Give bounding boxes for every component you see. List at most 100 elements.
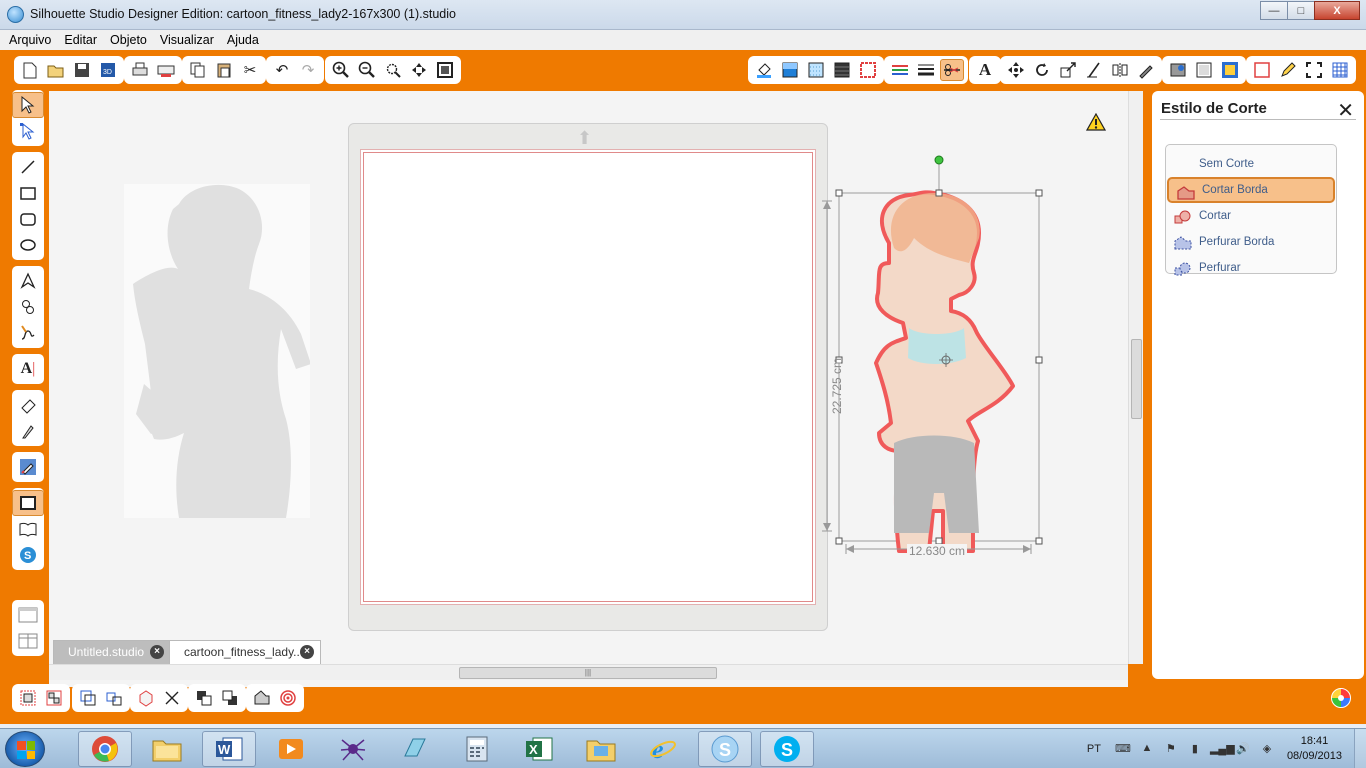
maximize-button[interactable]: □ xyxy=(1287,1,1315,20)
line-tool-icon[interactable] xyxy=(12,154,44,180)
taskbar-skype[interactable]: S xyxy=(760,731,814,767)
save-3d-icon[interactable]: 3D xyxy=(96,59,120,81)
taskbar-internet-explorer[interactable]: e xyxy=(636,731,690,767)
keyboard-icon[interactable]: ⌨ xyxy=(1114,742,1132,756)
design-canvas[interactable]: ⬆ 12.630 cm 22.725 cm xyxy=(49,91,1128,687)
menu-objeto[interactable]: Objeto xyxy=(110,33,147,47)
design-page[interactable] xyxy=(363,152,813,602)
network-signal-icon[interactable]: ▂▄▆ xyxy=(1210,742,1235,756)
eyedropper-icon[interactable] xyxy=(12,454,44,480)
weld-icon[interactable] xyxy=(250,687,274,709)
bring-to-front-icon[interactable] xyxy=(192,687,216,709)
volume-icon[interactable]: 🔊 xyxy=(1234,742,1252,756)
knife-tool-icon[interactable] xyxy=(1134,59,1158,81)
menu-editar[interactable]: Editar xyxy=(64,33,97,47)
taskbar-word[interactable]: W xyxy=(202,731,256,767)
freehand-tool-icon[interactable] xyxy=(12,320,44,346)
single-view-icon[interactable] xyxy=(12,602,44,628)
start-button[interactable] xyxy=(5,731,45,767)
show-hidden-icons-icon[interactable]: ▲ xyxy=(1138,742,1156,756)
pan-icon[interactable] xyxy=(407,59,431,81)
taskbar-silhouette-studio[interactable]: S xyxy=(698,731,752,767)
copy-icon[interactable] xyxy=(186,59,210,81)
taskbar-media-player[interactable] xyxy=(264,731,318,767)
ungroup-icon[interactable] xyxy=(42,687,66,709)
release-compound-path-icon[interactable] xyxy=(102,687,126,709)
tab-untitled[interactable]: Untitled.studio × xyxy=(53,640,171,664)
rounded-rectangle-tool-icon[interactable] xyxy=(12,206,44,232)
vertical-scroll-thumb[interactable] xyxy=(1131,339,1142,419)
store-icon[interactable] xyxy=(1218,59,1242,81)
duplicate-icon[interactable] xyxy=(134,687,158,709)
action-center-flag-icon[interactable]: ⚑ xyxy=(1162,742,1180,756)
print-icon[interactable] xyxy=(128,59,152,81)
mirror-icon[interactable] xyxy=(1108,59,1132,81)
library-icon[interactable] xyxy=(1166,59,1190,81)
taskbar-explorer[interactable] xyxy=(140,731,194,767)
line-weight-icon[interactable] xyxy=(914,59,938,81)
taskbar-spider-app[interactable] xyxy=(326,731,380,767)
fill-color-icon[interactable] xyxy=(752,59,776,81)
ellipse-tool-icon[interactable] xyxy=(12,232,44,258)
horizontal-scrollbar[interactable]: ||| xyxy=(49,664,1128,680)
edit-points-icon[interactable] xyxy=(12,118,44,144)
text-tool-icon[interactable]: A | xyxy=(12,356,44,382)
sketch-pen-icon[interactable] xyxy=(1276,59,1300,81)
move-icon[interactable] xyxy=(1004,59,1028,81)
tab-cartoon-fitness-lady[interactable]: cartoon_fitness_lady... × xyxy=(169,640,321,664)
selected-figure[interactable] xyxy=(809,153,1059,573)
minimize-button[interactable]: — xyxy=(1260,1,1288,20)
text-style-icon[interactable]: A xyxy=(973,59,997,81)
library-book-icon[interactable] xyxy=(12,516,44,542)
select-arrow-icon[interactable] xyxy=(12,92,44,118)
cut-option-no-cut[interactable]: Sem Corte xyxy=(1166,151,1336,177)
polygon-tool-icon[interactable] xyxy=(12,268,44,294)
line-style-icon[interactable] xyxy=(856,59,880,81)
power-icon[interactable]: ▮ xyxy=(1186,742,1204,756)
taskbar-notes[interactable] xyxy=(388,731,442,767)
update-icon[interactable]: ◈ xyxy=(1258,742,1276,756)
shear-icon[interactable] xyxy=(1082,59,1106,81)
redo-icon[interactable]: ↷ xyxy=(296,59,320,81)
menu-arquivo[interactable]: Arquivo xyxy=(9,33,51,47)
horizontal-scroll-thumb[interactable]: ||| xyxy=(459,667,717,679)
cut-option-perforate[interactable]: Perfurar xyxy=(1166,255,1336,281)
delete-cross-icon[interactable] xyxy=(160,687,184,709)
scale-icon[interactable] xyxy=(1056,59,1080,81)
cut-scissors-icon[interactable]: ✂ xyxy=(238,59,262,81)
tab-close-icon[interactable]: × xyxy=(300,645,314,659)
show-desktop-button[interactable] xyxy=(1354,729,1366,768)
taskbar-file-manager[interactable] xyxy=(574,731,628,767)
paste-icon[interactable] xyxy=(212,59,236,81)
cut-option-cut-edge[interactable]: Cortar Borda xyxy=(1167,177,1335,203)
rotate-icon[interactable] xyxy=(1030,59,1054,81)
split-view-icon[interactable] xyxy=(12,628,44,654)
group-icon[interactable] xyxy=(16,687,40,709)
silhouette-store-icon[interactable]: S xyxy=(12,542,44,568)
cut-option-cut[interactable]: Cortar xyxy=(1166,203,1336,229)
fill-pattern-icon[interactable] xyxy=(804,59,828,81)
clock[interactable]: 18:41 08/09/2013 xyxy=(1287,734,1342,764)
knife-icon[interactable] xyxy=(12,418,44,444)
make-compound-path-icon[interactable] xyxy=(76,687,100,709)
zoom-selection-icon[interactable] xyxy=(381,59,405,81)
cut-settings-icon[interactable] xyxy=(940,59,964,81)
vertical-scrollbar[interactable] xyxy=(1128,91,1143,664)
silhouette-image[interactable] xyxy=(124,184,310,518)
eraser-tool-icon[interactable] xyxy=(12,392,44,418)
fill-texture-icon[interactable] xyxy=(830,59,854,81)
taskbar-chrome[interactable] xyxy=(78,731,132,767)
language-indicator[interactable]: PT xyxy=(1087,743,1101,755)
offset-icon[interactable] xyxy=(276,687,300,709)
curve-tool-icon[interactable] xyxy=(12,294,44,320)
zoom-in-icon[interactable] xyxy=(329,59,353,81)
menu-visualizar[interactable]: Visualizar xyxy=(160,33,214,47)
design-panel-icon[interactable] xyxy=(1192,59,1216,81)
tab-close-icon[interactable]: × xyxy=(150,645,164,659)
open-folder-icon[interactable] xyxy=(44,59,68,81)
color-wheel-icon[interactable] xyxy=(1331,688,1351,708)
warning-icon[interactable] xyxy=(1086,113,1106,131)
taskbar-calculator[interactable] xyxy=(450,731,504,767)
fill-gradient-icon[interactable] xyxy=(778,59,802,81)
undo-icon[interactable]: ↶ xyxy=(270,59,294,81)
